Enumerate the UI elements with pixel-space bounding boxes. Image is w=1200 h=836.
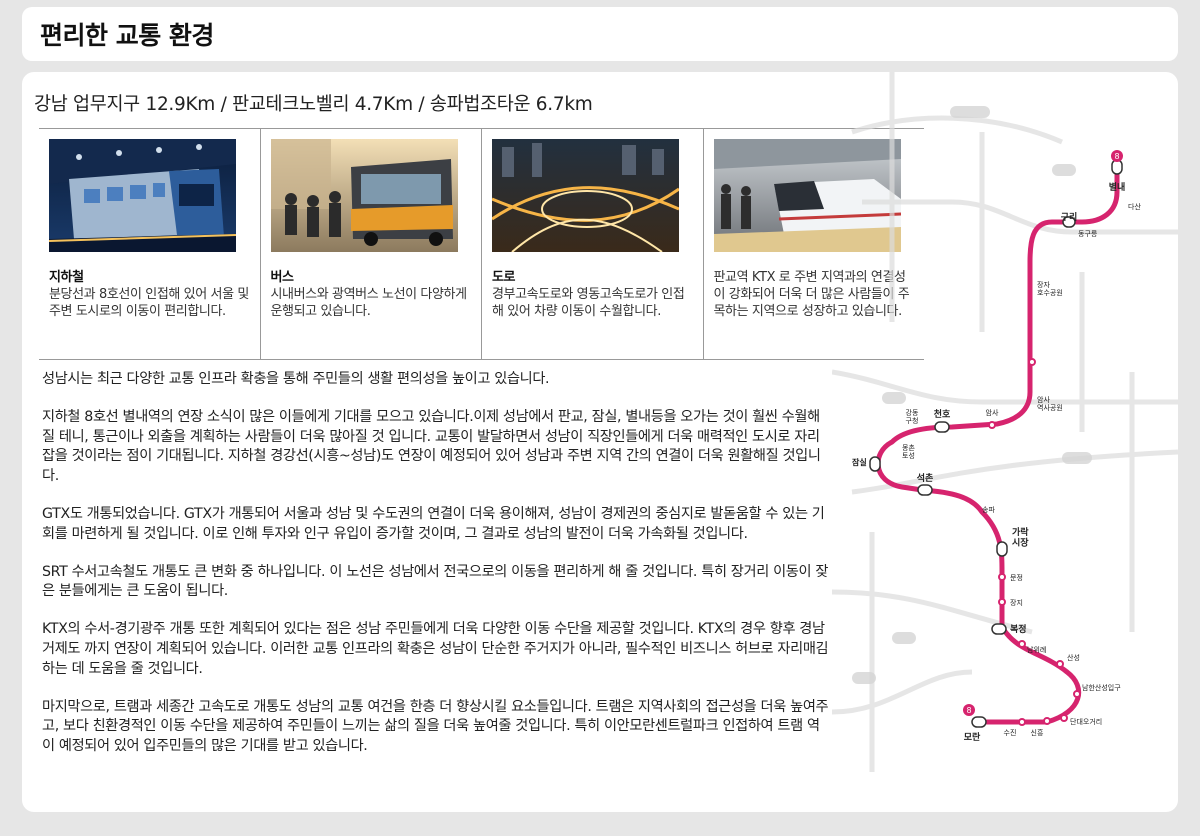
card-subway: 지하철 분당선과 8호선이 인접해 있어 서울 및 주변 도시로의 이동이 편리… [39,129,261,359]
transport-cards: 지하철 분당선과 8호선이 인접해 있어 서울 및 주변 도시로의 이동이 편리… [39,128,924,360]
paragraph: SRT 수서고속철도 개통도 큰 변화 중 하나입니다. 이 노선은 성남에서 … [42,563,829,600]
subway-photo [49,139,236,252]
station-cheonho: 천호 [934,409,951,420]
paragraph: KTX의 수서-경기광주 개통 또한 계획되어 있다는 점은 성남 주민들에게 … [42,621,829,677]
card-description: 시내버스와 광역버스 노선이 다양하게 운행되고 있습니다. [270,287,468,319]
station-moran: 모란 [964,731,981,743]
paragraph: 마지막으로, 트램과 세종간 고속도로 개통도 성남의 교통 여건을 한층 더 … [42,698,829,755]
badge-label: 8 [1114,152,1119,161]
station-jangji: 장지 [1010,598,1023,607]
station-namhansanseong: 남한산성입구 [1082,683,1121,692]
card-title: 지하철 [49,270,84,285]
card-bus: 버스 시내버스와 광역버스 노선이 다양하게 운행되고 있습니다. [261,129,482,359]
station-garak: 가락 시장 [1012,526,1029,548]
station-bokjeong: 복정 [1010,623,1027,635]
station-byeollae: 별내 [1109,181,1126,193]
card-description: 분당선과 8호선이 인접해 있어 서울 및 주변 도시로의 이동이 편리합니다. [49,287,249,319]
station-mongchon: 몽촌 토성 [902,443,915,460]
header-bar: 편리한 교통 환경 [22,7,1178,61]
station-amsa-park: 암사 역사공원 [1037,395,1063,412]
paragraph: 지하철 8호선 별내역의 연장 소식이 많은 이들에게 기대를 모으고 있습니다… [42,408,821,485]
station-songpa: 송파 [982,505,995,514]
card-title: 도로 [492,270,516,285]
station-donggureung: 동구릉 [1078,230,1098,238]
station-seokchon: 석촌 [917,472,934,484]
card-description: 경부고속도로와 영동고속도로가 인접해 있어 차량 이동이 수월합니다. [492,287,685,319]
station-suin: 수진 [1004,728,1017,737]
station-namwirye: 남위례 [1027,645,1046,654]
card-text: 버스 시내버스와 광역버스 노선이 다양하게 운행되고 있습니다. [271,269,472,320]
paragraph: 성남시는 최근 다양한 교통 인프라 확충을 통해 주민들의 생활 편의성을 높… [42,371,550,387]
station-gangdong: 강동 구청 [906,408,919,425]
station-munjeong: 문정 [1010,573,1023,582]
station-sinheung: 신흥 [1031,728,1044,737]
content-panel: 강남 업무지구 12.9Km / 판교테크노벨리 4.7Km / 송파법조타운 … [22,72,1178,812]
station-labels: 별내 다산 구리 동구릉 장자 호수공원 암사 역사공원 암사 천호 강동 구청 몽촌… [852,181,1141,743]
subway-line-map: 8 8 별내 다산 구리 동구릉 장자 호수공원 암사 역사공원 암사 천호 강동 구… [832,72,1178,772]
page-title: 편리한 교통 환경 [40,21,214,50]
highway-photo [492,139,679,252]
bus-photo [270,139,458,252]
paragraph: GTX도 개통되었습니다. GTX가 개통되어 서울과 성남 및 수도권의 연결… [42,505,825,542]
badge-label: 8 [966,706,971,715]
card-road: 도로 경부고속도로와 영동고속도로가 인접해 있어 차량 이동이 수월합니다. [482,129,704,359]
station-jamsil: 잠실 [852,457,867,467]
station-guri: 구리 [1061,211,1078,223]
station-dasan: 다산 [1128,202,1141,211]
station-sanseong: 산성 [1067,653,1080,662]
card-text: 도로 경부고속도로와 영동고속도로가 인접해 있어 차량 이동이 수월합니다. [492,269,693,320]
station-jangja: 장자 호수공원 [1037,280,1063,297]
station-amsa: 암사 [986,408,999,417]
card-title: 버스 [270,270,295,285]
body-text: 성남시는 최근 다양한 교통 인프라 확충을 통해 주민들의 생활 편의성을 높… [42,370,832,775]
distance-line: 강남 업무지구 12.9Km / 판교테크노벨리 4.7Km / 송파법조타운 … [34,94,593,115]
card-text: 지하철 분당선과 8호선이 인접해 있어 서울 및 주변 도시로의 이동이 편리… [49,269,250,320]
station-dandae: 단대오거리 [1070,717,1102,726]
